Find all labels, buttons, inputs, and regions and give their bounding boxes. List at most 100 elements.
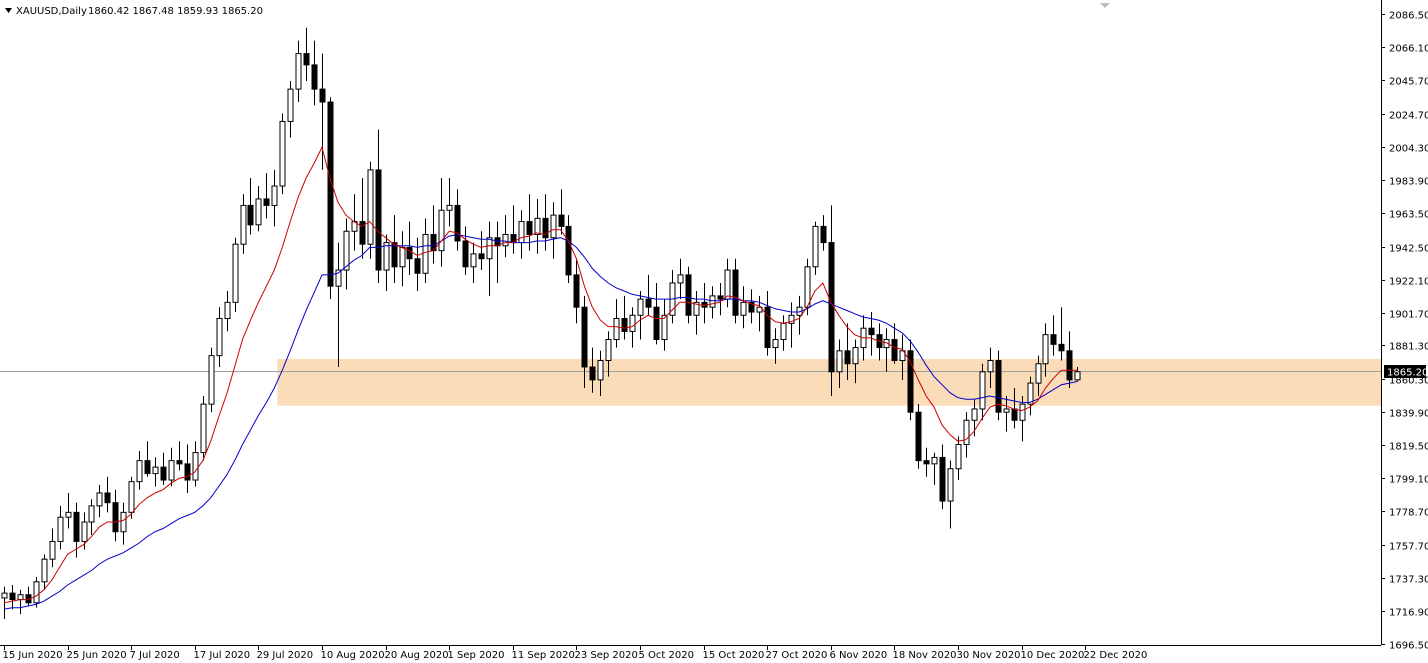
bull-candle <box>383 242 390 271</box>
bull-candle <box>17 594 24 601</box>
bull-candle <box>852 347 859 365</box>
bull-candle <box>422 234 429 274</box>
y-tick-label: 1922.10 <box>1389 277 1428 288</box>
y-tick-label: 1983.90 <box>1389 177 1428 188</box>
ohlc-label: 1860.42 1867.48 1859.93 1865.20 <box>88 6 263 17</box>
bull-candle <box>629 314 636 332</box>
bull-candle <box>446 204 453 211</box>
x-tick-label: 11 Sep 2020 <box>512 650 575 661</box>
bull-candle <box>88 505 95 523</box>
bull-candle <box>637 298 644 316</box>
bear-candle <box>184 463 191 481</box>
bull-candle <box>152 466 159 475</box>
x-tick-label: 10 Aug 2020 <box>321 650 385 661</box>
bull-candle <box>33 581 40 604</box>
bull-candle <box>780 322 787 341</box>
bull-candle <box>740 301 747 316</box>
bear-candle <box>406 246 413 260</box>
bear-candle <box>573 274 580 308</box>
bull-candle <box>947 468 954 502</box>
bear-candle <box>478 253 485 260</box>
bull-candle <box>295 53 302 90</box>
bull-candle <box>971 408 978 421</box>
x-tick-label: 15 Jun 2020 <box>3 650 63 661</box>
bear-candle <box>1050 334 1057 345</box>
bear-candle <box>144 460 151 475</box>
candlestick-chart[interactable]: 2086.50 2066.10 2045.70 2024.70 2004.30 1983.… <box>0 0 1428 663</box>
bull-candle <box>57 516 64 542</box>
y-tick-label: 2086.50 <box>1389 11 1428 22</box>
bear-candle <box>160 466 167 481</box>
price-marker: 1865.20 <box>1384 365 1428 379</box>
bull-candle <box>1 592 8 599</box>
bull-candle <box>232 243 239 303</box>
bull-candle <box>534 217 541 236</box>
bull-candle <box>96 492 103 507</box>
bull-candle <box>168 460 175 481</box>
bull-candle <box>1019 403 1026 421</box>
bear-candle <box>319 88 326 103</box>
bull-candle <box>518 221 525 244</box>
bull-candle <box>812 225 819 268</box>
bear-candle <box>868 327 875 336</box>
bear-candle <box>112 502 119 533</box>
bear-candle <box>454 204 461 242</box>
bull-candle <box>836 350 843 373</box>
bear-candle <box>1058 343 1065 352</box>
bull-candle <box>399 246 406 268</box>
bull-candle <box>955 444 962 470</box>
bear-candle <box>327 101 334 287</box>
bear-candle <box>653 306 660 341</box>
bear-candle <box>923 460 930 465</box>
x-tick-label: 27 Oct 2020 <box>766 650 828 661</box>
bear-candle <box>73 511 80 542</box>
bull-candle <box>128 481 135 513</box>
bear-candle <box>820 225 827 244</box>
bull-candle <box>200 403 207 454</box>
bear-candle <box>526 221 533 235</box>
bear-candle <box>717 295 724 300</box>
x-tick-label: 22 Dec 2020 <box>1084 650 1148 661</box>
bull-candle <box>49 540 56 560</box>
bear-candle <box>462 240 469 268</box>
y-tick-label: 2004.30 <box>1389 144 1428 155</box>
bear-candle <box>263 198 270 206</box>
y-tick-label: 1881.30 <box>1389 342 1428 353</box>
bear-candle <box>9 592 16 601</box>
bull-candle <box>224 301 231 320</box>
y-tick-label: 1757.70 <box>1389 542 1428 553</box>
bear-candle <box>1066 350 1073 381</box>
y-tick-label: 2066.10 <box>1389 44 1428 55</box>
x-tick-label: 29 Jul 2020 <box>257 650 314 661</box>
bull-candle <box>470 253 477 268</box>
bull-candle <box>486 237 493 260</box>
bear-candle <box>621 318 628 332</box>
x-tick-label: 20 Aug 2020 <box>385 650 449 661</box>
x-tick-label: 10 Dec 2020 <box>1021 650 1085 661</box>
bull-candle <box>804 266 811 308</box>
bear-candle <box>732 269 739 316</box>
symbol-label: XAUUSD,Daily <box>16 6 87 17</box>
bull-candle <box>438 209 445 252</box>
x-tick-label: 25 Jun 2020 <box>67 650 127 661</box>
x-tick-label: 15 Oct 2020 <box>703 650 765 661</box>
bull-candle <box>605 339 612 361</box>
y-tick-label: 1839.90 <box>1389 409 1428 420</box>
bull-candle <box>724 269 731 300</box>
bear-candle <box>891 339 898 361</box>
bull-candle <box>208 355 215 405</box>
bull-candle <box>216 318 223 357</box>
bull-candle <box>81 521 88 542</box>
bull-candle <box>1042 334 1049 365</box>
bull-candle <box>41 558 48 583</box>
bull-candle <box>550 214 557 239</box>
bear-candle <box>247 204 254 226</box>
bear-candle <box>645 298 652 308</box>
bull-candle <box>987 360 994 373</box>
bull-candle <box>1074 371 1081 381</box>
bear-candle <box>685 274 692 316</box>
bull-candle <box>65 511 72 518</box>
bear-candle <box>581 306 588 368</box>
bull-candle <box>255 198 262 226</box>
bear-candle <box>565 225 572 276</box>
